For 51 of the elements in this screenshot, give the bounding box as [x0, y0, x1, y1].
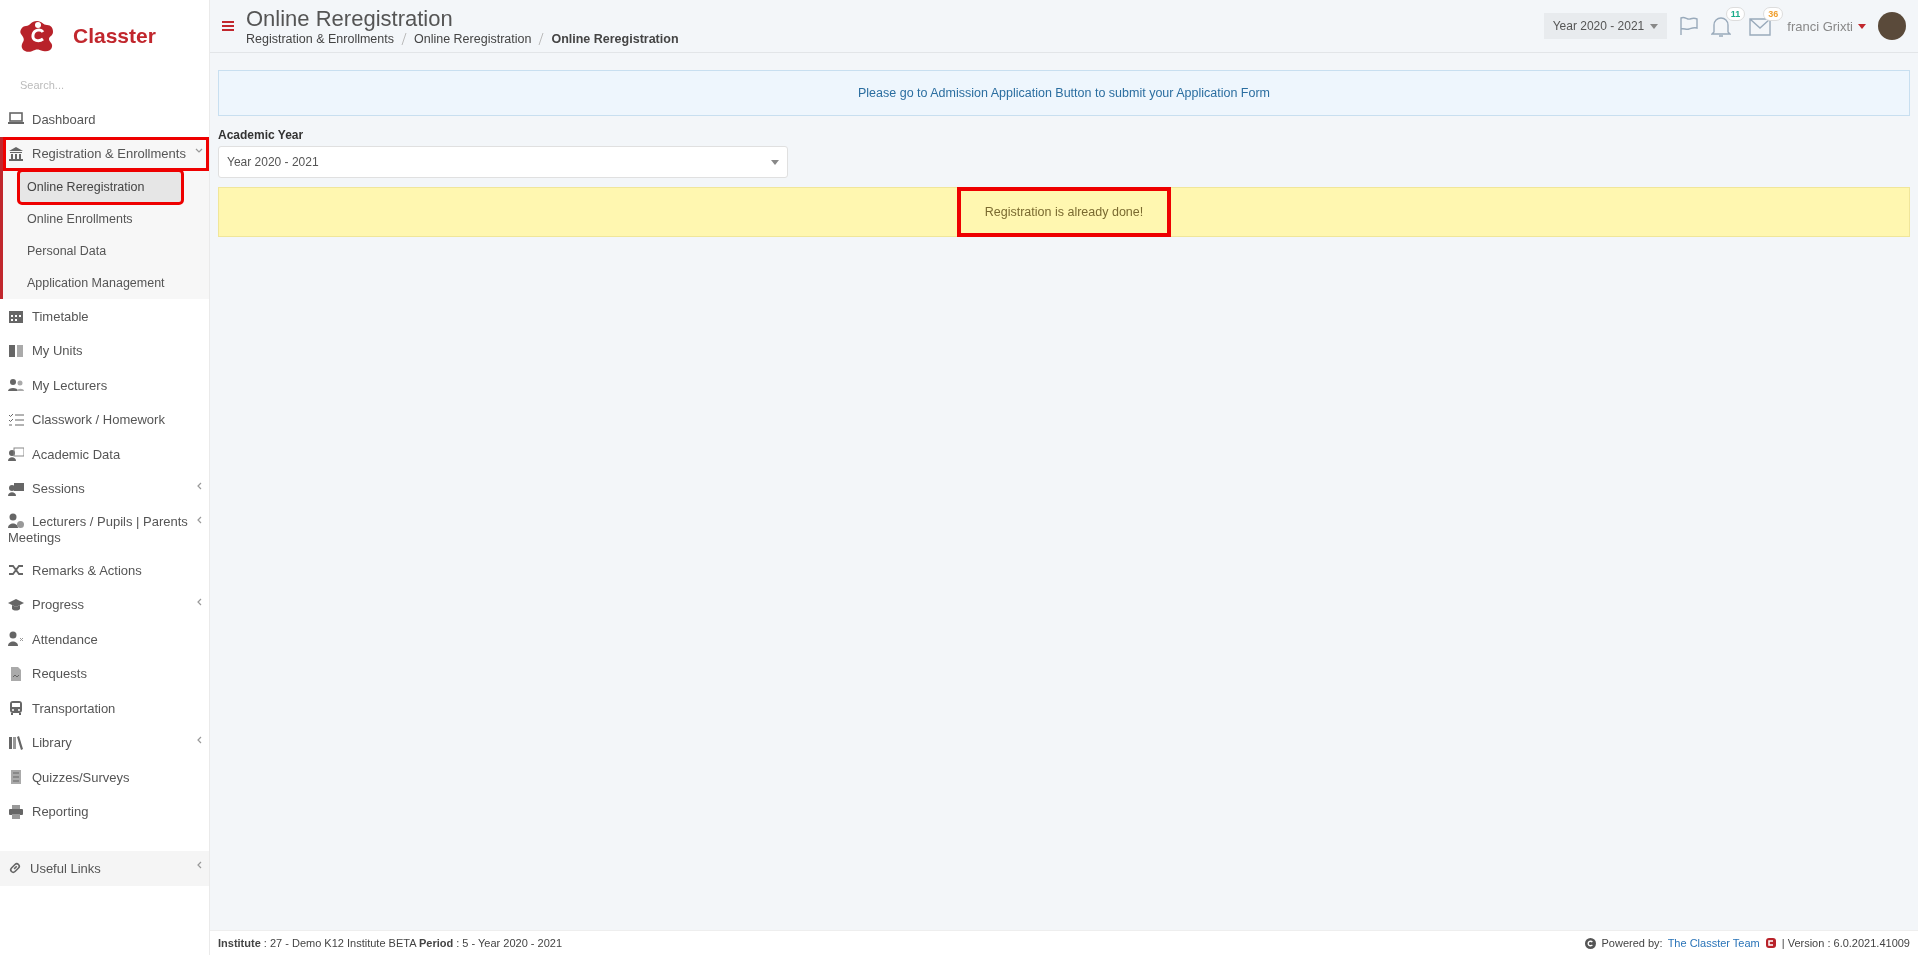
caret-icon — [1650, 23, 1659, 29]
link-icon — [8, 861, 22, 876]
sidebar-item[interactable]: Registration & Enrollments — [3, 136, 209, 171]
academic-year-select[interactable]: Year 2020 - 2021 — [218, 146, 788, 178]
breadcrumb-item: Online Reregistration — [551, 32, 679, 46]
caret-icon — [1858, 23, 1866, 29]
sidebar-item[interactable]: Progress — [0, 587, 209, 622]
search-field[interactable]: Search... — [18, 78, 192, 92]
sidebar-item[interactable]: Dashboard — [0, 102, 209, 137]
brand-name: Classter — [73, 24, 156, 48]
field-label: Academic Year — [218, 128, 305, 142]
sidebar-item[interactable]: Library — [0, 725, 209, 760]
sidebar-subitem[interactable]: Online Enrollments — [19, 203, 207, 235]
breadcrumb-separator — [538, 33, 545, 45]
caret-icon — [771, 159, 779, 165]
envelope-icon[interactable] — [1749, 18, 1772, 36]
page-title: Online Reregistration — [246, 6, 454, 32]
breadcrumb-item[interactable]: Online Reregistration — [414, 32, 532, 46]
sidebar-subitem[interactable]: Application Management — [19, 267, 207, 299]
team-link[interactable]: The Classter Team — [1667, 937, 1760, 949]
breadcrumb-item[interactable]: Registration & Enrollments — [246, 32, 394, 46]
sidebar-item[interactable]: My Lecturers — [0, 368, 209, 403]
sidebar-item[interactable]: Lecturers / Pupils | Parents Meetings — [0, 506, 209, 553]
sidebar-item[interactable]: Timetable — [0, 299, 209, 334]
copyright-icon — [1585, 937, 1597, 949]
sidebar-item[interactable]: Reporting — [0, 794, 209, 829]
logo-icon — [1764, 937, 1777, 949]
institute-info: Institute : 27 - Demo K12 Institute BETA Period : 5 - Year 2020 - 2021 — [218, 937, 563, 949]
info-message: Please go to Admission Application Button to submit your Application Form — [218, 70, 1910, 116]
sidebar-item[interactable]: Requests — [0, 656, 209, 691]
logo-icon — [19, 18, 55, 54]
bell-icon[interactable] — [1711, 16, 1732, 38]
year-select[interactable]: Year 2020 - 2021 — [1543, 13, 1668, 39]
breadcrumb-separator — [401, 33, 407, 45]
sidebar-subitem[interactable]: Online Reregistration — [19, 171, 182, 203]
sidebar-item[interactable]: Remarks & Actions — [0, 553, 209, 588]
sidebar-item[interactable]: Quizzes/Surveys — [0, 760, 209, 795]
avatar[interactable] — [1878, 12, 1906, 40]
count-badge: 36 — [1763, 7, 1784, 21]
sidebar-item[interactable]: Transportation — [0, 691, 209, 726]
sidebar-item[interactable]: Academic Data — [0, 437, 209, 472]
sidebar-item[interactable]: Useful Links — [0, 851, 209, 886]
sidebar-subitem[interactable]: Personal Data — [19, 235, 207, 267]
version-text: | Version : 6.0.2021.41009 — [1781, 937, 1910, 949]
sidebar-item[interactable]: Attendance — [0, 622, 209, 657]
flag-icon[interactable] — [1679, 16, 1700, 36]
powered-by-label: Powered by: — [1601, 937, 1663, 949]
sidebar-item[interactable]: Classwork / Homework — [0, 402, 209, 437]
sidebar-item[interactable]: My Units — [0, 333, 209, 368]
count-badge: 11 — [1725, 7, 1746, 21]
sidebar-item[interactable]: Sessions — [0, 471, 209, 506]
